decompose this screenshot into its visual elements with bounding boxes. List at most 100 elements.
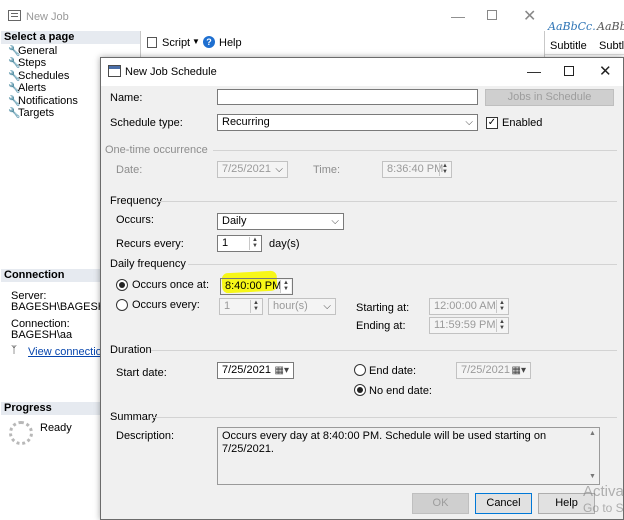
occurs-once-radio[interactable] xyxy=(116,279,128,291)
minimize-icon[interactable]: — xyxy=(451,8,465,24)
daily-frequency-divider xyxy=(188,264,617,265)
end-date-value: 7/25/2021 xyxy=(461,364,510,376)
one-time-time-input[interactable]: 8:36:40 PM ▲ ▼ xyxy=(382,161,452,178)
end-date-picker[interactable]: 7/25/2021 ▦▾ xyxy=(456,362,531,379)
duration-divider xyxy=(151,350,617,351)
nav-item-alerts[interactable]: 🔧Alerts xyxy=(8,82,46,95)
new-job-toolbar: Script ▼ ? Help xyxy=(141,31,545,54)
occurs-every-label: Occurs every: xyxy=(132,299,200,311)
dialog-minimize-icon[interactable]: — xyxy=(527,63,541,79)
close-icon[interactable]: ✕ xyxy=(523,6,536,26)
calendar-dropdown-icon: ▦▾ xyxy=(274,365,289,376)
spinner-icon xyxy=(9,421,33,445)
start-date-picker[interactable]: 7/25/2021 ▦▾ xyxy=(217,362,294,379)
style-subtle-sample[interactable]: AaBb xyxy=(597,20,624,33)
daily-frequency-header: Daily frequency xyxy=(110,258,186,270)
start-date-value: 7/25/2021 xyxy=(222,364,271,376)
description-textbox[interactable]: Occurs every day at 8:40:00 PM. Schedule… xyxy=(217,427,600,485)
scroll-up-icon[interactable]: ▲ xyxy=(589,430,596,437)
spinner-arrows-icon[interactable]: ▲ ▼ xyxy=(496,300,507,313)
nav-item-targets[interactable]: 🔧Targets xyxy=(8,107,54,120)
occurs-once-time-value: 8:40:00 PM xyxy=(225,280,282,292)
frequency-divider xyxy=(156,201,617,202)
spinner-arrows-icon[interactable]: ▲ ▼ xyxy=(280,280,291,293)
one-time-divider xyxy=(213,150,617,151)
enabled-checkbox[interactable]: ✓ xyxy=(486,117,498,129)
spinner-arrows-icon[interactable]: ▲ ▼ xyxy=(496,319,507,332)
occurs-every-value: 1 xyxy=(224,300,231,312)
starting-at-value: 12:00:00 AM xyxy=(434,300,496,312)
new-job-title: New Job xyxy=(26,11,69,23)
no-end-date-radio[interactable] xyxy=(354,384,366,396)
style-subtitle-sample[interactable]: AaBbCc. xyxy=(548,20,596,33)
spinner-arrows-icon[interactable]: ▲ ▼ xyxy=(439,163,450,176)
frequency-header: Frequency xyxy=(110,195,162,207)
ending-at-label: Ending at: xyxy=(356,320,406,332)
name-input[interactable] xyxy=(217,89,478,105)
calendar-icon xyxy=(108,65,121,77)
help-toolbar-button[interactable]: Help xyxy=(219,37,242,50)
one-time-date-picker[interactable]: 7/25/2021 ⌵ xyxy=(217,161,288,178)
starting-at-label: Starting at: xyxy=(356,302,410,314)
jobs-in-schedule-button[interactable]: Jobs in Schedule xyxy=(485,89,614,106)
duration-header: Duration xyxy=(110,344,152,356)
activation-watermark-line1: Activa xyxy=(583,483,624,500)
progress-status: Ready xyxy=(40,422,72,434)
dialog-close-icon[interactable]: ✕ xyxy=(599,62,612,80)
dropdown-arrow-icon[interactable]: ▼ xyxy=(192,37,200,46)
wrench-icon: 🔧 xyxy=(8,58,21,69)
enabled-label: Enabled xyxy=(502,117,543,129)
schedule-type-label: Schedule type: xyxy=(110,117,183,129)
ending-at-input[interactable]: 11:59:59 PM ▲ ▼ xyxy=(429,317,509,334)
recurs-unit: day(s) xyxy=(269,238,300,250)
chevron-down-icon: ⌵ xyxy=(331,216,339,227)
chevron-down-icon: ⌵ xyxy=(275,164,283,175)
schedule-type-value: Recurring xyxy=(222,116,270,128)
ok-button[interactable]: OK xyxy=(412,493,469,514)
occurs-select[interactable]: Daily ⌵ xyxy=(217,213,344,230)
chevron-down-icon: ⌵ xyxy=(465,117,473,128)
recurs-every-value: 1 xyxy=(222,237,229,249)
occurs-every-radio[interactable] xyxy=(116,299,128,311)
spinner-arrows-icon[interactable]: ▲ ▼ xyxy=(249,237,260,250)
one-time-time-value: 8:36:40 PM xyxy=(387,163,444,175)
occurs-every-unit-value: hour(s) xyxy=(273,300,308,312)
word-styles-gallery: AaBbCc. AaBb Subtitle Subtle xyxy=(545,0,624,55)
recurs-every-stepper[interactable]: 1 ▲ ▼ xyxy=(217,235,262,252)
view-connection-link[interactable]: View connection pr xyxy=(28,346,100,359)
wrench-icon: 🔧 xyxy=(8,108,21,119)
scroll-down-icon[interactable]: ▼ xyxy=(589,473,596,480)
dialog-maximize-icon[interactable] xyxy=(564,66,574,76)
style-subtitle-label: Subtitle xyxy=(550,40,587,52)
spinner-arrows-icon[interactable]: ▲ ▼ xyxy=(250,300,261,313)
nav-item-steps[interactable]: 🔧Steps xyxy=(8,57,46,70)
activation-watermark-line2: Go to S xyxy=(583,501,624,515)
summary-divider xyxy=(151,417,617,418)
one-time-header: One-time occurrence xyxy=(105,144,208,156)
calendar-dropdown-icon: ▦▾ xyxy=(511,365,526,376)
occurs-label: Occurs: xyxy=(116,214,154,226)
no-end-date-label: No end date: xyxy=(369,385,432,397)
end-date-label: End date: xyxy=(369,365,417,377)
new-job-titlebar: New Job — ✕ xyxy=(0,0,545,31)
help-icon: ? xyxy=(203,36,215,48)
script-button[interactable]: Script xyxy=(162,37,190,50)
cancel-button[interactable]: Cancel xyxy=(475,493,532,514)
occurs-every-stepper[interactable]: 1 ▲ ▼ xyxy=(219,298,263,315)
dialog-title: New Job Schedule xyxy=(125,66,217,78)
starting-at-input[interactable]: 12:00:00 AM ▲ ▼ xyxy=(429,298,509,315)
schedule-type-select[interactable]: Recurring ⌵ xyxy=(217,114,478,131)
maximize-icon[interactable] xyxy=(487,10,497,20)
one-time-date-label: Date: xyxy=(116,164,143,176)
connection-value: BAGESH\aa xyxy=(11,329,73,341)
end-date-radio[interactable] xyxy=(354,364,366,376)
recurs-every-label: Recurs every: xyxy=(116,238,184,250)
summary-header: Summary xyxy=(110,411,158,423)
start-date-label: Start date: xyxy=(116,367,167,379)
occurs-every-unit-select[interactable]: hour(s) ⌵ xyxy=(268,298,336,315)
one-time-time-label: Time: xyxy=(313,164,341,176)
description-value: Occurs every day at 8:40:00 PM. Schedule… xyxy=(222,430,547,455)
chevron-down-icon: ⌵ xyxy=(323,301,331,312)
occurs-once-time-input[interactable]: 8:40:00 PM ▲ ▼ xyxy=(220,278,293,295)
script-icon xyxy=(147,37,157,48)
